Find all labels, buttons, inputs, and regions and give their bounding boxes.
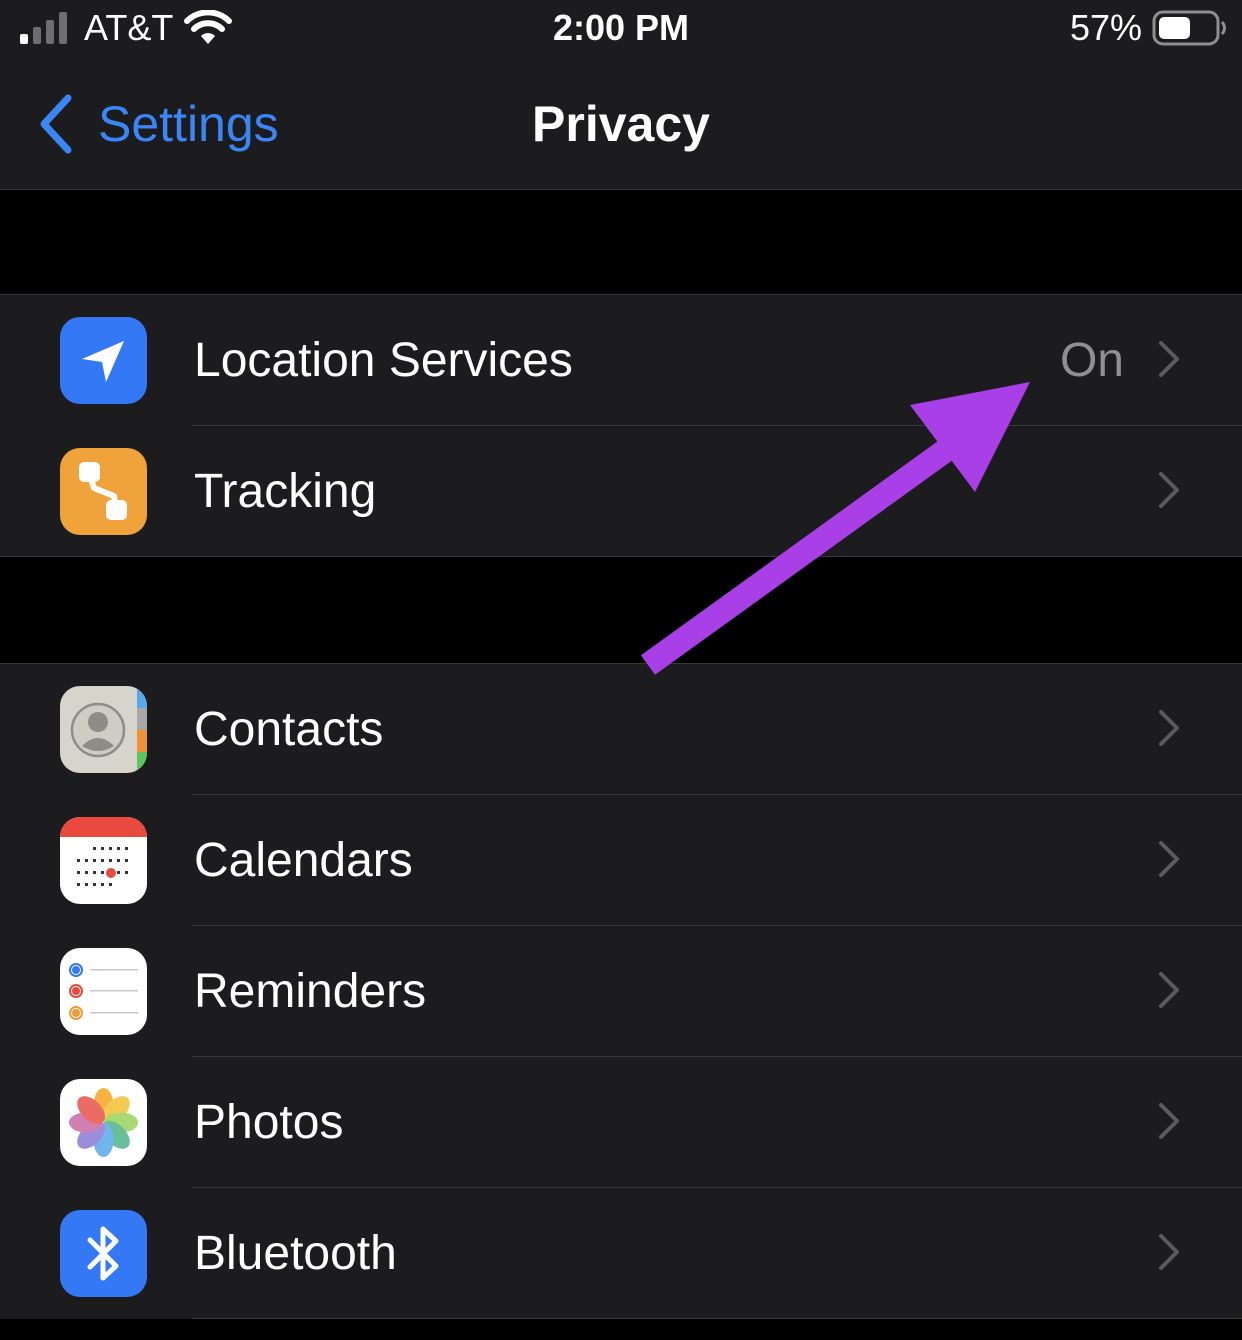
separator xyxy=(192,1318,1242,1319)
row-label: Location Services xyxy=(194,334,573,387)
battery-percent: 57% xyxy=(1069,7,1142,48)
row-label: Bluetooth xyxy=(194,1227,397,1280)
chevron-right-icon xyxy=(1159,710,1179,746)
status-time: 2:00 PM xyxy=(552,7,690,48)
status-bar: AT&T 2:00 PM 57% xyxy=(0,0,1242,60)
row-reminders[interactable]: Reminders xyxy=(0,926,1242,1057)
row-tracking[interactable]: Tracking xyxy=(0,426,1242,557)
bluetooth-icon xyxy=(60,1210,147,1297)
contacts-icon xyxy=(60,686,147,773)
row-label: Contacts xyxy=(194,703,384,756)
chevron-right-icon xyxy=(1159,472,1179,508)
row-label: Tracking xyxy=(194,465,377,518)
photos-icon xyxy=(60,1079,147,1166)
calendar-icon xyxy=(60,817,147,904)
chevron-right-icon xyxy=(1159,341,1179,377)
row-location-services[interactable]: Location Services On xyxy=(0,295,1242,426)
row-label: Photos xyxy=(194,1096,344,1149)
tracking-icon xyxy=(60,448,147,535)
chevron-right-icon xyxy=(1159,972,1179,1008)
chevron-right-icon xyxy=(1159,1103,1179,1139)
row-calendars[interactable]: Calendars xyxy=(0,795,1242,926)
row-bluetooth[interactable]: Bluetooth xyxy=(0,1188,1242,1319)
reminders-icon xyxy=(60,948,147,1035)
row-label: Calendars xyxy=(194,834,413,887)
row-label: Reminders xyxy=(194,965,427,1018)
location-arrow-icon xyxy=(60,317,147,404)
page-title: Privacy xyxy=(532,96,710,152)
chevron-right-icon xyxy=(1159,1234,1179,1270)
row-photos[interactable]: Photos xyxy=(0,1057,1242,1188)
privacy-group-primary: Location Services On Tracking xyxy=(0,294,1242,557)
battery-icon xyxy=(1152,10,1226,46)
chevron-right-icon xyxy=(1159,841,1179,877)
row-contacts[interactable]: Contacts xyxy=(0,664,1242,795)
row-value: On xyxy=(1059,334,1124,387)
privacy-group-permissions: Contacts Calendars Reminders Photos Blue… xyxy=(0,663,1242,1319)
separator xyxy=(0,556,1242,557)
navigation-bar: Settings Privacy xyxy=(0,60,1242,190)
